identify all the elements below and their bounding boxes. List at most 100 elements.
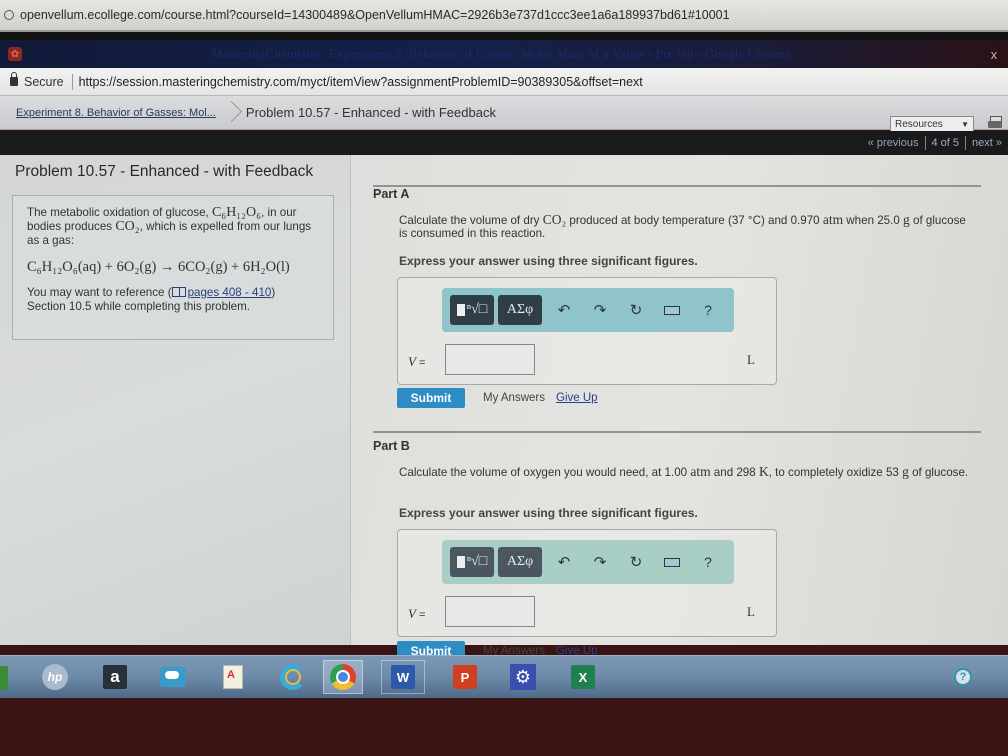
close-window-button[interactable]: x — [980, 47, 1008, 62]
part-a-title: Part A — [373, 187, 410, 201]
redo-icon[interactable]: ↷ — [582, 553, 618, 571]
part-a-q-text: produced at body temperature (37 °C) and… — [566, 214, 823, 227]
part-b-answer-box: ⁿ√□ ΑΣφ ↶ ↷ ↻ ? V = L — [397, 529, 777, 637]
taskbar-internet-explorer[interactable] — [278, 662, 308, 692]
reset-icon[interactable]: ↻ — [618, 301, 654, 319]
unit-k: K — [758, 464, 769, 479]
previous-link[interactable]: « previous — [868, 137, 919, 149]
help-icon[interactable]: ? — [690, 554, 726, 570]
part-b-q-text: and 298 — [710, 466, 759, 479]
word-icon: W — [391, 665, 415, 689]
pager-divider — [924, 136, 926, 150]
taskbar-excel[interactable]: X — [568, 662, 598, 692]
glucose-formula: C₆H₁₂O₆ — [211, 205, 262, 220]
template-square-icon — [456, 556, 465, 568]
lock-icon — [10, 72, 18, 86]
internet-explorer-icon — [280, 664, 306, 690]
pager-position: 4 of 5 — [931, 137, 960, 149]
templates-button[interactable]: ⁿ√□ — [450, 295, 494, 325]
part-b-answer-input[interactable] — [445, 596, 535, 627]
app-icon: ✿ — [8, 47, 22, 61]
monitor-bezel — [0, 698, 1008, 756]
symbols-button[interactable]: ΑΣφ — [498, 547, 542, 577]
part-a-q-text: Calculate the volume of dry — [399, 214, 543, 227]
reaction-equation: C₆H₁₂O₆(aq) + 6O₂(g) → 6CO₂(g) + 6H₂O(l) — [27, 259, 290, 275]
resources-dropdown[interactable]: Resources ▼ — [890, 116, 974, 132]
amazon-icon: a — [103, 665, 127, 689]
keyboard-icon[interactable] — [654, 554, 690, 571]
part-a-divider — [373, 185, 981, 187]
part-b-question: Calculate the volume of oxygen you would… — [399, 465, 969, 479]
taskbar-help[interactable]: ? — [948, 662, 978, 692]
background-address-bar[interactable]: openvellum.ecollege.com/course.html?cour… — [0, 0, 1008, 32]
intro-text-1: The metabolic oxidation of glucose, — [27, 206, 212, 219]
template-square-icon — [456, 304, 465, 316]
taskbar-settings[interactable]: ⚙ — [508, 662, 538, 692]
page-info-icon — [4, 10, 14, 20]
chevron-down-icon: ▼ — [961, 119, 969, 129]
part-a-my-answers-link[interactable]: My Answers — [483, 392, 545, 404]
variable-v: V — [408, 354, 416, 369]
templates-button[interactable]: ⁿ√□ — [450, 547, 494, 577]
taskbar: hp a W P ⚙ X ? — [0, 655, 1008, 698]
address-url[interactable]: https://session.masteringchemistry.com/m… — [79, 75, 643, 89]
address-bar[interactable]: Secure https://session.masteringchemistr… — [0, 68, 1008, 96]
part-a-question: Calculate the volume of dry CO₂ produced… — [399, 213, 969, 240]
chrome-icon — [330, 664, 356, 690]
keyboard-icon[interactable] — [654, 302, 690, 319]
undo-icon[interactable]: ↶ — [546, 553, 582, 571]
math-toolbar: ⁿ√□ ΑΣφ ↶ ↷ ↻ ? — [442, 540, 734, 584]
excel-icon: X — [571, 665, 595, 689]
radical-icon: ⁿ√□ — [466, 302, 488, 317]
help-icon[interactable]: ? — [690, 302, 726, 318]
taskbar-amazon[interactable]: a — [100, 662, 130, 692]
reference-pages-link[interactable]: pages 408 - 410 — [188, 286, 272, 299]
part-b-q-text: of glucose. — [908, 466, 969, 479]
breadcrumb-current: Problem 10.57 - Enhanced - with Feedback — [245, 105, 496, 120]
unit-atm: atm — [690, 464, 711, 479]
unit-atm: atm — [822, 212, 844, 227]
secure-label: Secure — [24, 74, 64, 89]
part-b-q-text: , to completely oxidize 53 — [768, 466, 903, 479]
resources-label: Resources — [895, 118, 943, 130]
taskbar-powerpoint[interactable]: P — [450, 662, 480, 692]
start-button-edge[interactable] — [0, 666, 8, 690]
unit-g: g — [902, 464, 909, 479]
reference-prefix: You may want to reference ( — [27, 286, 172, 299]
problem-intro-panel: Problem 10.57 - Enhanced - with Feedback… — [0, 155, 350, 645]
symbols-button[interactable]: ΑΣφ — [498, 295, 542, 325]
part-b-divider — [373, 431, 981, 433]
breadcrumb-assignment-link[interactable]: Experiment 8. Behavior of Gasses: Mol... — [16, 107, 216, 119]
undo-icon[interactable]: ↶ — [546, 301, 582, 319]
breadcrumb: Experiment 8. Behavior of Gasses: Mol...… — [0, 96, 1008, 130]
part-a-answer-input[interactable] — [445, 344, 535, 375]
taskbar-hp[interactable]: hp — [40, 662, 70, 692]
part-a-submit-button[interactable]: Submit — [397, 388, 465, 408]
address-divider — [71, 73, 73, 90]
reference-section: Section 10.5 while completing this probl… — [27, 300, 250, 313]
taskbar-word[interactable]: W — [381, 660, 425, 694]
part-b-title: Part B — [373, 439, 410, 453]
taskbar-chrome[interactable] — [323, 660, 363, 694]
taskbar-notes[interactable] — [218, 662, 248, 692]
gear-icon: ⚙ — [510, 664, 536, 690]
window-title-bar: ✿ MasteringChemistry: Experiment 8. Beha… — [0, 40, 1008, 68]
taskbar-cloud[interactable] — [158, 662, 188, 692]
problem-title: Problem 10.57 - Enhanced - with Feedback — [15, 163, 314, 180]
print-icon[interactable] — [988, 116, 1004, 130]
help-icon: ? — [954, 668, 972, 686]
part-b-unit: L — [747, 604, 755, 619]
part-a-give-up-link[interactable]: Give Up — [556, 392, 598, 404]
part-a-unit: L — [747, 352, 755, 367]
breadcrumb-chevron-icon — [224, 96, 238, 130]
part-a-variable-label: V = — [408, 354, 425, 370]
book-icon — [171, 287, 186, 297]
redo-icon[interactable]: ↷ — [582, 301, 618, 319]
reset-icon[interactable]: ↻ — [618, 553, 654, 571]
part-a-instructions: Express your answer using three signific… — [399, 254, 698, 268]
co2-formula: CO₂ — [115, 219, 140, 234]
problem-parts-panel: Part A Calculate the volume of dry CO₂ p… — [350, 155, 1008, 661]
next-link[interactable]: next » — [972, 137, 1002, 149]
part-b-instructions: Express your answer using three signific… — [399, 506, 698, 520]
unit-g: g — [903, 212, 910, 227]
